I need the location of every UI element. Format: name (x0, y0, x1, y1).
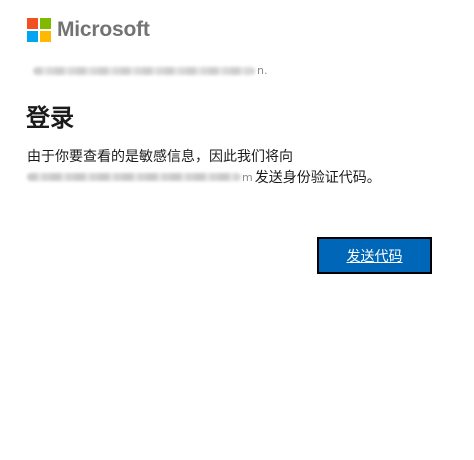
logo-text: Microsoft (57, 18, 150, 41)
redacted-account-email (33, 66, 255, 75)
redacted-recipient-email (27, 173, 241, 181)
microsoft-logo: Microsoft (27, 18, 150, 42)
page-title: 登录 (26, 104, 74, 132)
identity-suffix: n. (257, 64, 268, 77)
signin-page: Microsoft n. 登录 由于你要查看的是敏感信息，因此我们将向 m 发送… (0, 0, 474, 460)
email-suffix: m (242, 170, 253, 184)
account-identity: n. (31, 64, 267, 77)
description-tail: 发送身份验证代码。 (254, 170, 381, 186)
description-line-1: 由于你要查看的是敏感信息，因此我们将向 (27, 149, 293, 165)
microsoft-logo-icon (27, 18, 51, 42)
send-code-button[interactable]: 发送代码 (317, 237, 432, 274)
description-line-2: m 发送身份验证代码。 (27, 167, 381, 187)
